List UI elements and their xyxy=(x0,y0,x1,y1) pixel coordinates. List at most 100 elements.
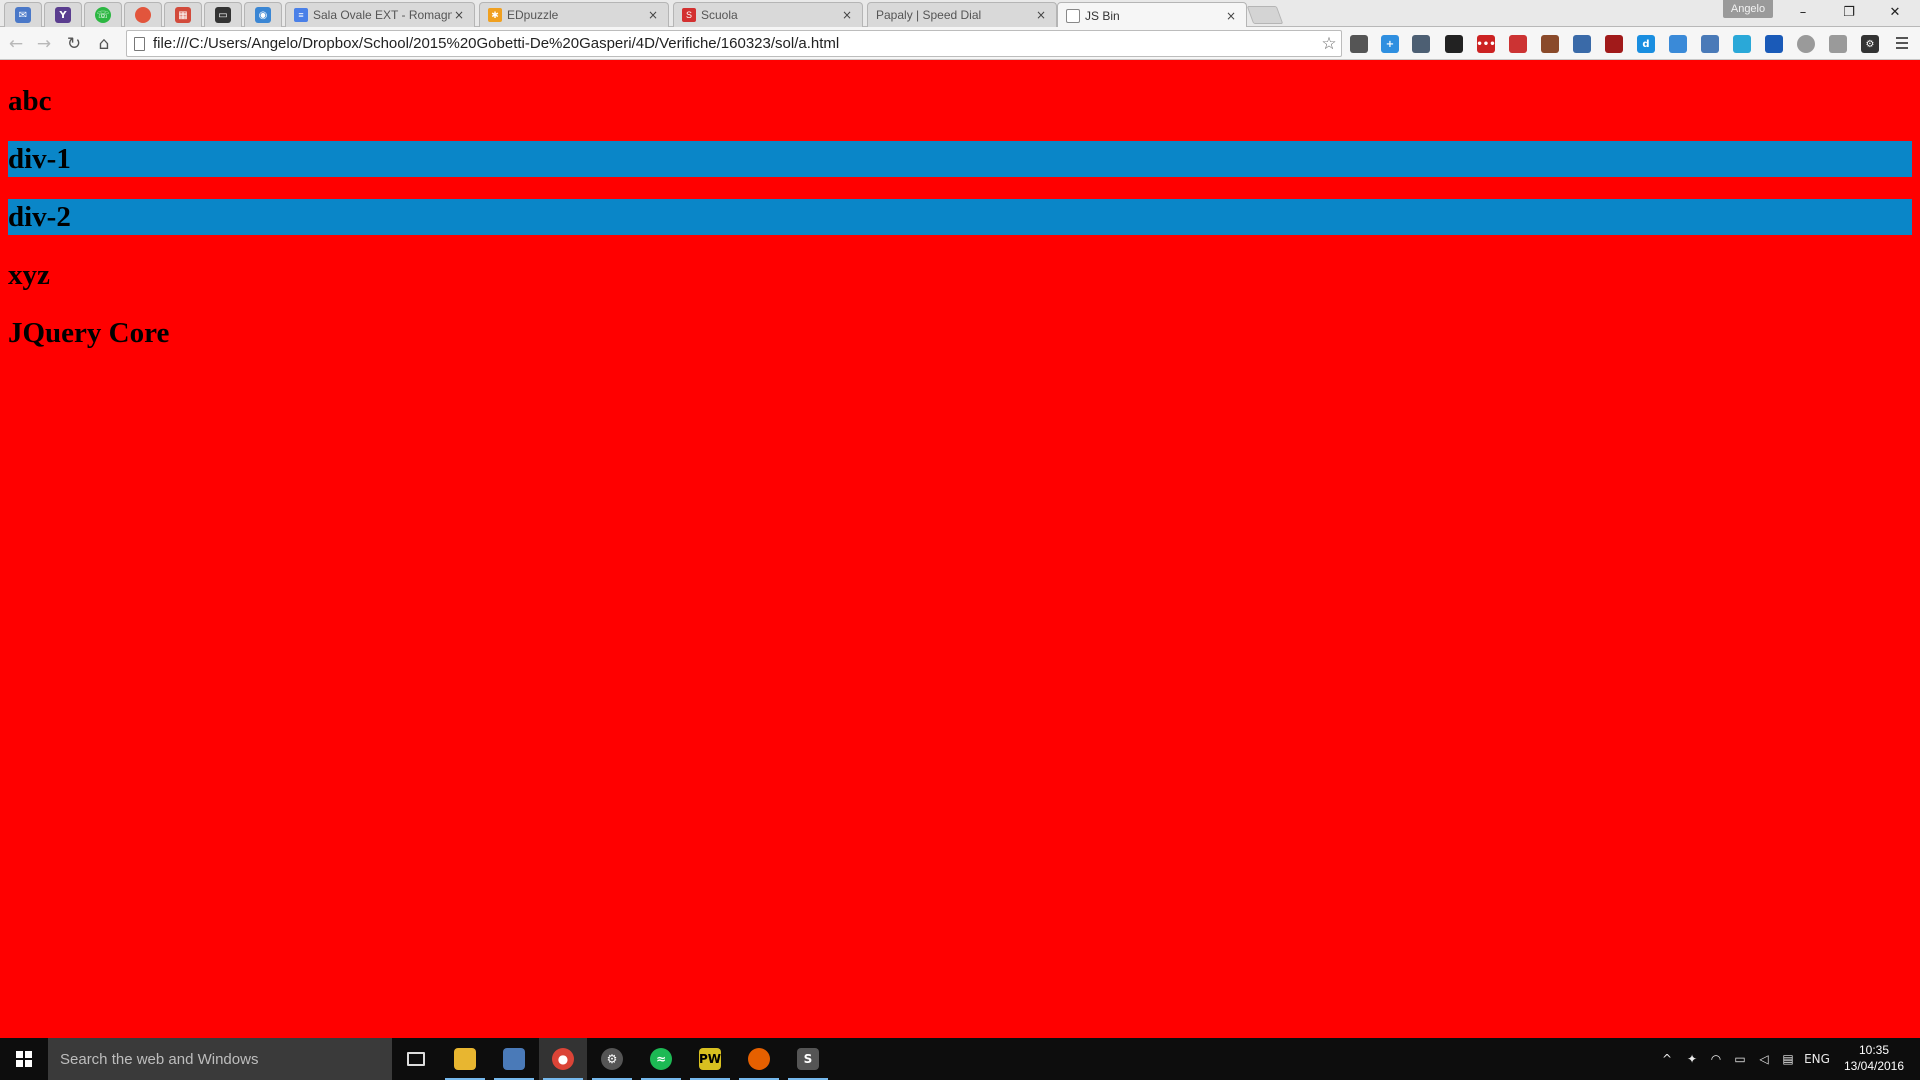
clock-time: 10:35 xyxy=(1858,1043,1890,1057)
chrome-menu-icon[interactable] xyxy=(1892,33,1912,53)
profile-button[interactable]: Angelo xyxy=(1723,0,1773,18)
bookmark-red-icon[interactable] xyxy=(1509,35,1527,53)
toolbox-icon[interactable] xyxy=(1541,35,1559,53)
tab-title: JS Bin xyxy=(1085,8,1120,23)
pinned-tab-tv[interactable]: ▭ xyxy=(204,2,242,27)
close-icon[interactable]: × xyxy=(840,8,854,22)
battery-icon[interactable]: ▭ xyxy=(1728,1038,1752,1080)
taskbar-pw-app[interactable]: PW xyxy=(686,1038,734,1080)
page-icon xyxy=(134,36,145,51)
scuola-icon: S xyxy=(682,8,696,22)
gmail-inbox-icon: ✉ xyxy=(15,7,31,23)
tab-sala-ovale[interactable]: ≡ Sala Ovale EXT - Romagn × xyxy=(285,2,475,27)
taskbar-sublime[interactable]: S xyxy=(784,1038,832,1080)
home-button[interactable]: ⌂ xyxy=(92,32,116,56)
windows-taskbar: Search the web and Windows ● ⚙ ≈ PW S ^ … xyxy=(0,1038,1920,1080)
volume-muted-icon[interactable]: ◁ xyxy=(1752,1038,1776,1080)
pinned-tab-mail[interactable]: ✉ xyxy=(4,2,42,27)
taskbar-firefox[interactable] xyxy=(735,1038,783,1080)
forward-button[interactable]: → xyxy=(32,32,56,56)
taskbar-search-box[interactable]: Search the web and Windows xyxy=(48,1038,392,1080)
tab-strip: ✉ Y ☏ ▦ ▭ ◉ ≡ Sala Ovale EXT - Romagn × … xyxy=(0,0,1920,28)
heading-abc: abc xyxy=(8,85,52,117)
address-bar[interactable]: file:///C:/Users/Angelo/Dropbox/School/2… xyxy=(126,30,1342,57)
close-icon[interactable]: × xyxy=(646,8,660,22)
pocket-icon[interactable] xyxy=(1350,35,1368,53)
div-2-text: div-2 xyxy=(8,201,71,233)
task-view-icon xyxy=(407,1052,425,1066)
restore-button[interactable]: ❐ xyxy=(1826,0,1872,24)
taskbar-spotify[interactable]: ≈ xyxy=(637,1038,685,1080)
firefox-icon xyxy=(748,1048,770,1070)
tab-scuola[interactable]: S Scuola × xyxy=(673,2,863,27)
app-gear-icon: ⚙ xyxy=(601,1048,623,1070)
language-indicator[interactable]: ENG xyxy=(1800,1038,1834,1080)
close-icon[interactable]: × xyxy=(1034,8,1048,22)
close-window-button[interactable]: ✕ xyxy=(1872,0,1918,24)
div-2-block: div-2 xyxy=(8,199,1912,235)
tab-edpuzzle[interactable]: ✱ EDpuzzle × xyxy=(479,2,669,27)
tab-js-bin[interactable]: JS Bin × xyxy=(1057,2,1247,28)
task-view-button[interactable] xyxy=(392,1038,440,1080)
close-icon[interactable]: × xyxy=(452,8,466,22)
tab-title: Scuola xyxy=(701,8,738,22)
pinned-tab-camera[interactable]: ◉ xyxy=(244,2,282,27)
tab-counter-icon[interactable] xyxy=(1412,35,1430,53)
screenshot-icon[interactable] xyxy=(1573,35,1591,53)
chrome-icon: ● xyxy=(552,1048,574,1070)
wifi-icon[interactable]: ◠ xyxy=(1704,1038,1728,1080)
start-button[interactable] xyxy=(0,1038,48,1080)
pinned-tab-whatsapp[interactable]: ☏ xyxy=(84,2,122,27)
taskbar-gear-app[interactable]: ⚙ xyxy=(588,1038,636,1080)
dropbox-tray-icon[interactable]: ✦ xyxy=(1680,1038,1704,1080)
binoculars-icon[interactable] xyxy=(1445,35,1463,53)
back-button[interactable]: ← xyxy=(4,32,28,56)
close-icon[interactable]: × xyxy=(1224,9,1238,23)
google-docs-icon: ≡ xyxy=(294,8,308,22)
url-text[interactable]: file:///C:/Users/Angelo/Dropbox/School/2… xyxy=(153,35,1317,52)
edpuzzle-icon: ✱ xyxy=(488,8,502,22)
tab-title: Papaly | Speed Dial xyxy=(876,8,982,22)
camera-icon: ◉ xyxy=(255,7,271,23)
tab-title: Sala Ovale EXT - Romagn xyxy=(313,8,452,22)
tab-papaly[interactable]: Papaly | Speed Dial × xyxy=(867,2,1057,27)
pinned-tab-yahoo[interactable]: Y xyxy=(44,2,82,27)
spotify-icon: ≈ xyxy=(650,1048,672,1070)
pinned-tab-tomato[interactable] xyxy=(124,2,162,27)
div-1-block: div-1 xyxy=(8,141,1912,177)
system-clock[interactable]: 10:35 13/04/2016 xyxy=(1836,1042,1912,1074)
window-icon[interactable] xyxy=(1669,35,1687,53)
clock-date: 13/04/2016 xyxy=(1843,1059,1905,1073)
shield-grey-icon[interactable] xyxy=(1829,35,1847,53)
sublime-icon: S xyxy=(797,1048,819,1070)
tomato-timer-icon xyxy=(135,7,151,23)
taskbar-network-app[interactable] xyxy=(490,1038,538,1080)
chat-icon[interactable] xyxy=(1733,35,1751,53)
lastpass-icon[interactable]: ••• xyxy=(1476,35,1496,53)
bookmark-star-icon[interactable]: ☆ xyxy=(1317,34,1341,54)
taskbar-file-explorer[interactable] xyxy=(441,1038,489,1080)
browser-toolbar: ← → ↻ ⌂ file:///C:/Users/Angelo/Dropbox/… xyxy=(0,27,1920,60)
tab-title: EDpuzzle xyxy=(507,8,559,22)
d-extension-icon[interactable]: d xyxy=(1637,35,1655,53)
heading-xyz: xyz xyxy=(8,259,50,291)
minimize-button[interactable]: – xyxy=(1780,0,1826,24)
plus-extension-icon[interactable]: + xyxy=(1381,35,1399,53)
pinned-tab-calendar[interactable]: ▦ xyxy=(164,2,202,27)
translate-icon[interactable] xyxy=(1765,35,1783,53)
reload-button[interactable]: ↻ xyxy=(62,32,86,56)
div-1-text: div-1 xyxy=(8,143,71,175)
whatsapp-icon: ☏ xyxy=(95,7,111,23)
magnifier-icon[interactable] xyxy=(1797,35,1815,53)
capture-icon[interactable] xyxy=(1701,35,1719,53)
ublock-icon[interactable] xyxy=(1605,35,1623,53)
tray-chevron-icon[interactable]: ^ xyxy=(1656,1038,1678,1080)
new-tab-button[interactable] xyxy=(1246,6,1284,24)
page-icon xyxy=(1066,8,1080,23)
tv-icon: ▭ xyxy=(215,7,231,23)
action-center-icon[interactable]: ▤ xyxy=(1776,1038,1800,1080)
taskbar-chrome[interactable]: ● xyxy=(539,1038,587,1080)
settings-gear-icon[interactable]: ⚙ xyxy=(1861,35,1879,53)
file-explorer-icon xyxy=(454,1048,476,1070)
pw-icon: PW xyxy=(699,1048,721,1070)
